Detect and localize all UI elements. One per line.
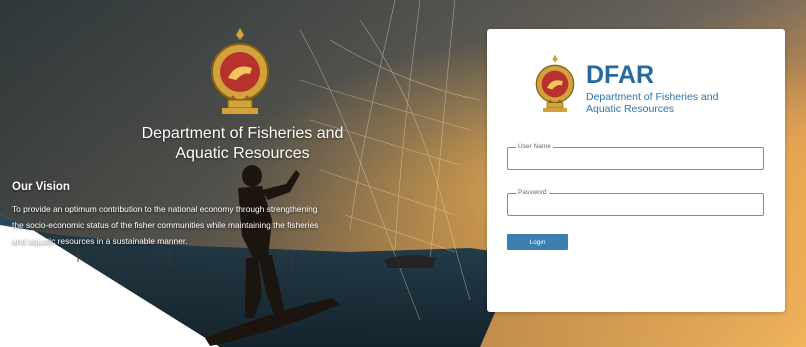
department-title-line-2: Aquatic Resources xyxy=(175,145,310,162)
vision-text: To provide an optimum contribution to th… xyxy=(12,201,452,249)
department-title: Department of Fisheries and Aquatic Reso… xyxy=(100,124,385,164)
login-card: DFAR Department of Fisheries and Aquatic… xyxy=(487,29,785,312)
brand-subtitle-line-2: Aquatic Resources xyxy=(586,102,675,115)
card-crest-icon xyxy=(535,51,575,117)
brand-name: DFAR xyxy=(586,61,655,89)
brand-subtitle-line-1: Department of Fisheries and xyxy=(586,91,719,103)
password-input[interactable] xyxy=(508,194,763,215)
vision-heading: Our Vision xyxy=(12,181,70,193)
login-button[interactable]: Login xyxy=(507,234,568,250)
username-field: User Name xyxy=(507,142,764,170)
department-title-line-1: Department of Fisheries and xyxy=(141,125,344,142)
brand-subtitle: Department of Fisheries and Aquatic Reso… xyxy=(586,91,766,115)
password-field: Password xyxy=(507,188,764,216)
vision-text-line-1: To provide an optimum contribution to th… xyxy=(12,204,318,214)
vision-text-line-2: the socio-economic status of the fisher … xyxy=(12,220,319,230)
hero-crest-icon xyxy=(210,26,270,118)
vision-text-line-3: and aquatic resources in a sustainable m… xyxy=(12,236,188,246)
username-input[interactable] xyxy=(508,148,763,169)
